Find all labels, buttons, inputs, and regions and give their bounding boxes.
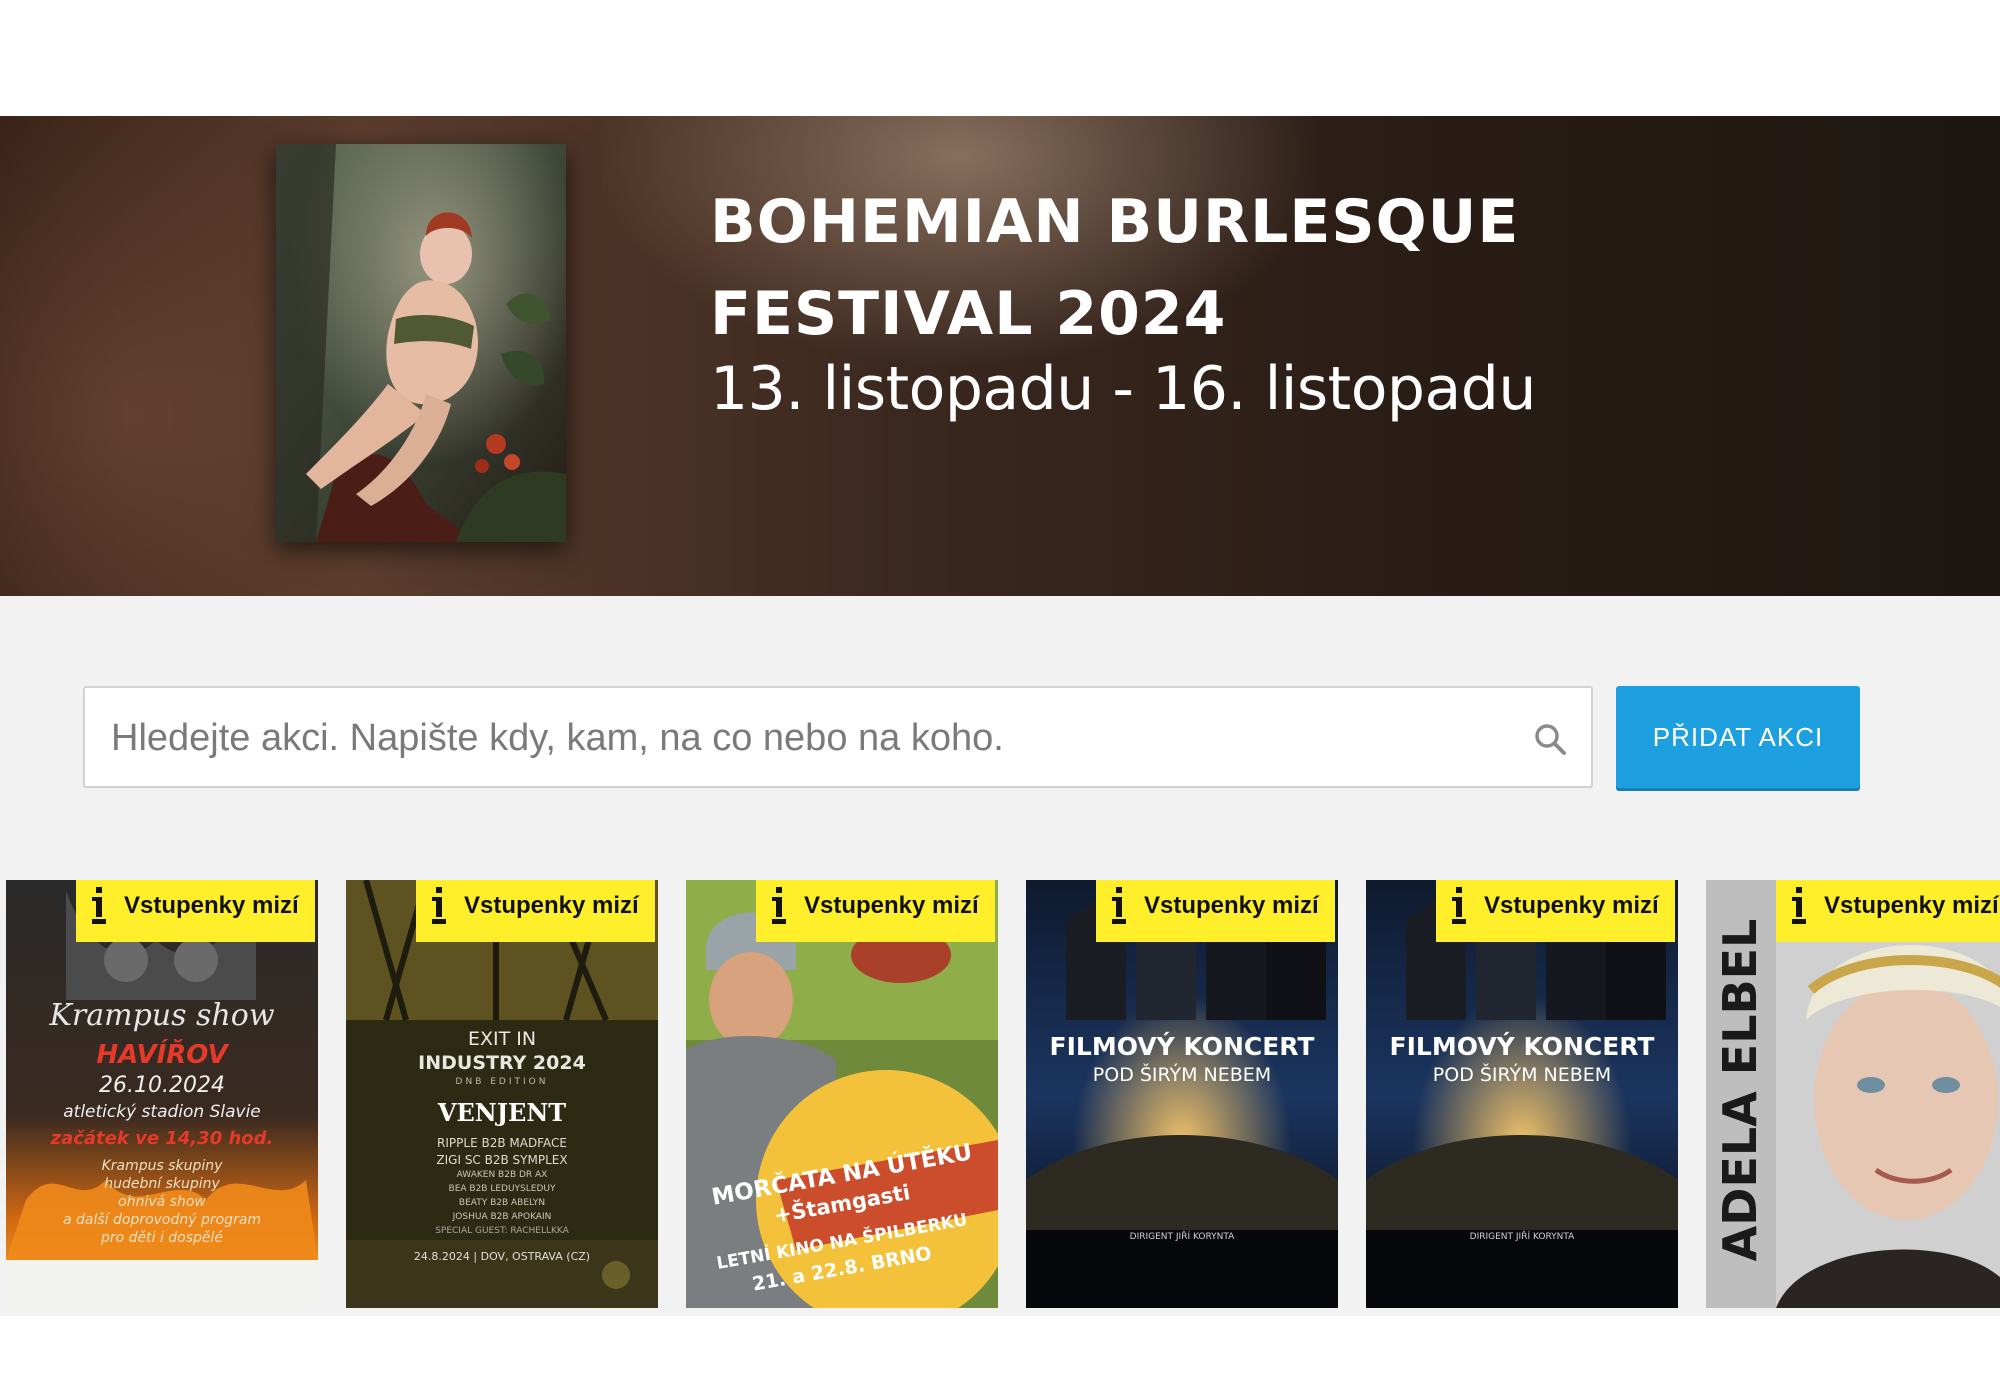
poster-subtitle: POD ŠIRÝM NEBEM xyxy=(1432,1064,1612,1086)
poster-title: INDUSTRY 2024 xyxy=(418,1052,586,1074)
event-card-exit-in-industry[interactable]: Vstupenky mizí EXIT IN INDUSTRY 2024 DNB… xyxy=(346,880,658,1308)
poster-title: FILMOVÝ KONCERT xyxy=(1389,1032,1655,1061)
tickets-badge: Vstupenky mizí xyxy=(76,880,315,942)
search-icon[interactable] xyxy=(1533,722,1567,756)
poster-line: Krampus skupiny xyxy=(101,1158,223,1174)
event-carousel: Vstupenky mizí Krampus show HAVÍŘOV 26.1… xyxy=(0,880,2000,1310)
poster-subtitle: DNB EDITION xyxy=(455,1077,549,1087)
tickets-badge-label: Vstupenky mizí xyxy=(1484,892,1659,919)
poster-date-venue: 24.8.2024 | DOV, OSTRAVA (CZ) xyxy=(413,1250,591,1263)
poster-artist-name: ADELA ELBEL xyxy=(1710,919,1770,1262)
poster-start-time: začátek ve 14,30 hod. xyxy=(50,1128,274,1149)
event-poster: FILMOVÝ KONCERT POD ŠIRÝM NEBEM DIRIGENT… xyxy=(1366,880,1678,1308)
ticket-icon xyxy=(92,887,106,924)
featured-event-poster[interactable] xyxy=(276,144,566,542)
page: BOHEMIAN BURLESQUE FESTIVAL 2024 13. lis… xyxy=(0,0,2000,1400)
event-card-filmovy-koncert[interactable]: Vstupenky mizí FILMOVÝ KONCERT POD ŠIRÝM… xyxy=(1026,880,1338,1308)
ticket-icon xyxy=(772,887,786,924)
poster-line: AWAKEN B2B DR AX xyxy=(456,1170,548,1180)
poster-artist-name-text: ADELA ELBEL xyxy=(1713,918,1767,1262)
event-poster: ADELA ELBEL xyxy=(1706,880,2000,1308)
tickets-badge: Vstupenky mizí xyxy=(756,880,995,942)
poster-conductor: DIRIGENT JIŘÍ KORYNTA xyxy=(1129,1232,1235,1242)
tickets-badge-label: Vstupenky mizí xyxy=(1824,892,1999,919)
poster-line: a další doprovodný program xyxy=(62,1212,262,1228)
ticket-icon xyxy=(1792,887,1806,924)
poster-subtitle: POD ŠIRÝM NEBEM xyxy=(1092,1064,1272,1086)
tickets-badge: Vstupenky mizí xyxy=(1776,880,2000,942)
search-box[interactable] xyxy=(83,686,1593,788)
poster-conductor: DIRIGENT JIŘÍ KORYNTA xyxy=(1469,1232,1575,1242)
tickets-badge-label: Vstupenky mizí xyxy=(804,892,979,919)
event-card-morcata-na-uteku[interactable]: Vstupenky mizí MORČATA NA ÚTĚKU +Štamgas… xyxy=(686,880,998,1308)
event-poster: MORČATA NA ÚTĚKU +Štamgasti LETNÍ KINO N… xyxy=(686,880,998,1308)
event-poster: EXIT IN INDUSTRY 2024 DNB EDITION VENJEN… xyxy=(346,880,658,1308)
add-event-button[interactable]: PŘIDAT AKCI xyxy=(1616,686,1860,788)
event-card-filmovy-koncert[interactable]: Vstupenky mizí FILMOVÝ KONCERT POD ŠIRÝM… xyxy=(1366,880,1678,1308)
event-card-adela-elbel[interactable]: Vstupenky mizí ADELA ELBEL xyxy=(1706,880,2000,1308)
search-input[interactable] xyxy=(109,688,1493,788)
poster-line: BEATY B2B ABELYN xyxy=(458,1198,546,1208)
poster-title: FILMOVÝ KONCERT xyxy=(1049,1032,1315,1061)
poster-line: ohnivá show xyxy=(118,1194,206,1210)
event-card-krampus[interactable]: Vstupenky mizí Krampus show HAVÍŘOV 26.1… xyxy=(6,880,318,1308)
event-poster: Krampus show HAVÍŘOV 26.10.2024 atletick… xyxy=(6,880,318,1308)
poster-line: hudební skupiny xyxy=(104,1176,220,1192)
tickets-badge-label: Vstupenky mizí xyxy=(464,892,639,919)
poster-title: EXIT IN xyxy=(467,1028,537,1050)
poster-line: BEA B2B LEDUYSLEDUY xyxy=(448,1184,556,1194)
ticket-icon xyxy=(432,887,446,924)
poster-title: Krampus show xyxy=(49,998,275,1033)
poster-line: pro děti i dospělé xyxy=(100,1230,224,1246)
poster-headliner: VENJENT xyxy=(437,1098,567,1127)
poster-city: HAVÍŘOV xyxy=(96,1040,228,1070)
poster-date: 26.10.2024 xyxy=(99,1073,225,1098)
poster-line: ZIGI SC B2B SYMPLEX xyxy=(436,1153,568,1167)
featured-event-dates: 13. listopadu - 16. listopadu xyxy=(710,354,1536,424)
poster-line: JOSHUA B2B APOKAIN xyxy=(452,1212,552,1222)
tickets-badge: Vstupenky mizí xyxy=(1436,880,1675,942)
ticket-icon xyxy=(1452,887,1466,924)
featured-event-banner[interactable]: BOHEMIAN BURLESQUE FESTIVAL 2024 13. lis… xyxy=(0,116,2000,596)
poster-line: SPECIAL GUEST: RACHELLKKA xyxy=(435,1226,569,1236)
event-poster: FILMOVÝ KONCERT POD ŠIRÝM NEBEM DIRIGENT… xyxy=(1026,880,1338,1308)
tickets-badge-label: Vstupenky mizí xyxy=(124,892,299,919)
featured-event-title[interactable]: BOHEMIAN BURLESQUE FESTIVAL 2024 xyxy=(710,176,1610,360)
tickets-badge: Vstupenky mizí xyxy=(1096,880,1335,942)
poster-venue: atletický stadion Slavie xyxy=(63,1102,261,1122)
tickets-badge: Vstupenky mizí xyxy=(416,880,655,942)
featured-event-poster-image xyxy=(276,144,566,542)
poster-line: RIPPLE B2B MADFACE xyxy=(437,1136,567,1150)
tickets-badge-label: Vstupenky mizí xyxy=(1144,892,1319,919)
ticket-icon xyxy=(1112,887,1126,924)
